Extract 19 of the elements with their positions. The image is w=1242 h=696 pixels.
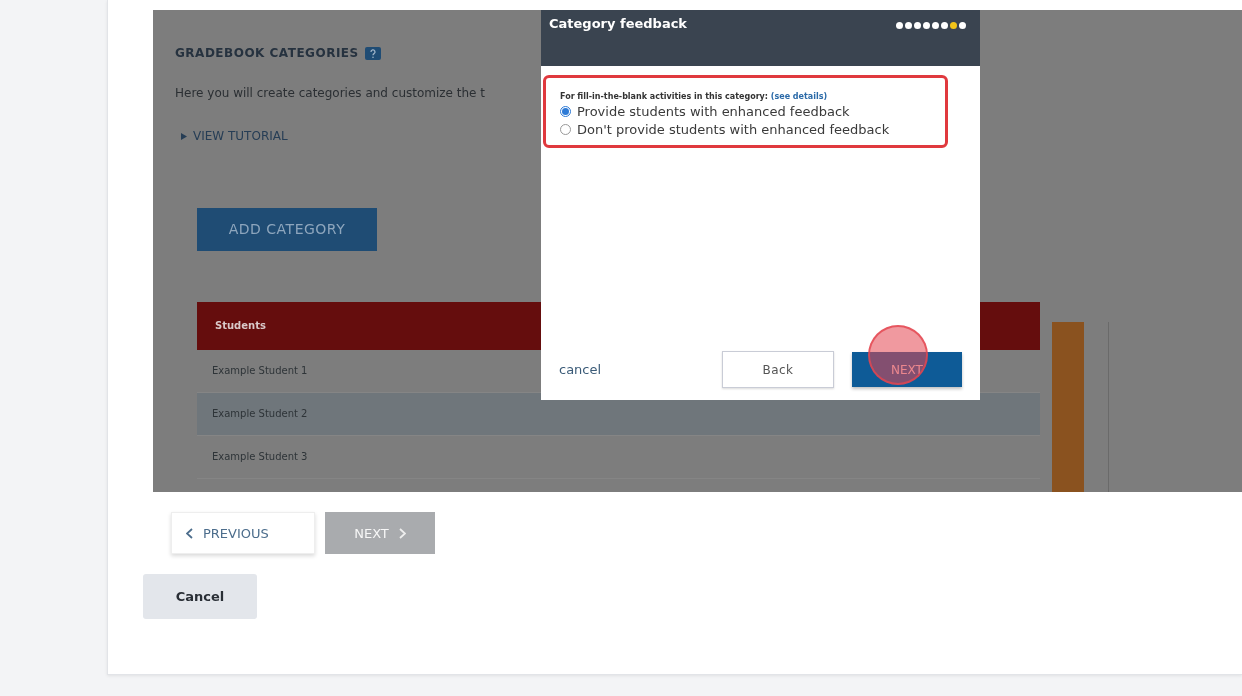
help-icon[interactable] — [364, 46, 381, 60]
option-label[interactable]: Provide students with enhanced feedback — [577, 104, 850, 119]
cancel-button[interactable]: Cancel — [143, 574, 257, 619]
description-text: Here you will create categories and customize the t — [175, 86, 485, 100]
back-button[interactable]: Back — [722, 351, 834, 388]
table-row: Example Student 3 — [197, 435, 1040, 479]
see-details-link[interactable]: (see details) — [770, 92, 828, 101]
section-title: GRADEBOOK CATEGORIES — [175, 46, 359, 60]
dialog-title: Category feedback — [549, 16, 688, 31]
triangle-icon — [181, 132, 187, 140]
add-category-button[interactable]: ADD CATEGORY — [197, 207, 377, 251]
previous-button[interactable]: PREVIOUS — [171, 512, 315, 554]
chevron-right-icon — [398, 527, 406, 539]
radio-button[interactable] — [560, 106, 571, 117]
prompt-text: For fill-in-the-blank activities in this category: (see details) — [560, 92, 829, 101]
option-label[interactable]: Don't provide students with enhanced feedback — [577, 122, 890, 137]
click-marker — [868, 325, 928, 385]
chevron-left-icon — [186, 527, 193, 539]
cancel-link[interactable]: cancel — [559, 362, 602, 377]
